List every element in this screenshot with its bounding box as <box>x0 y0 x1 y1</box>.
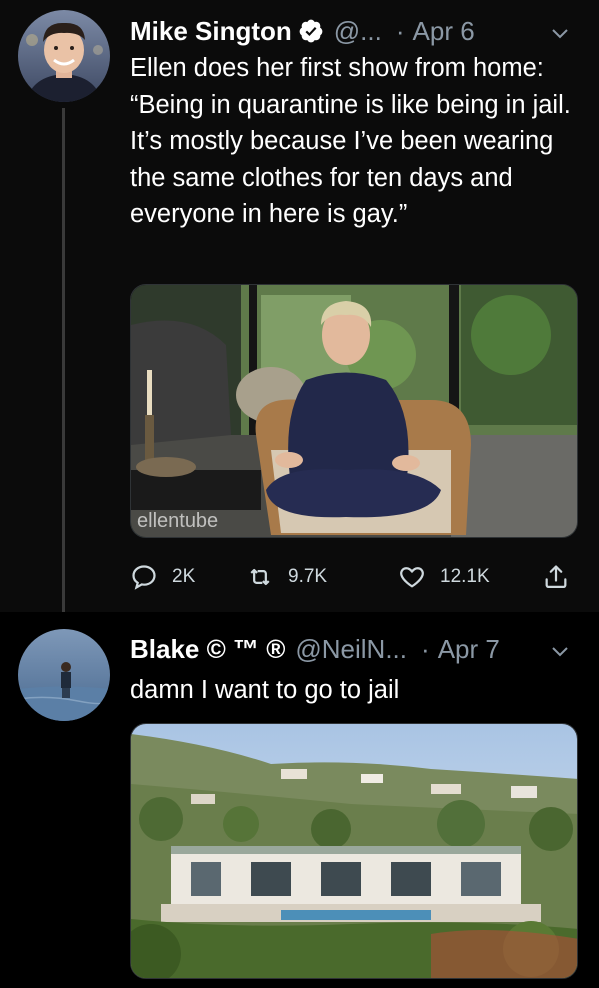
chevron-down-icon[interactable] <box>549 20 571 42</box>
reply-count: 2K <box>172 566 196 587</box>
reply-icon <box>130 563 158 591</box>
like-button[interactable]: 12.1K <box>398 560 490 594</box>
tweet[interactable]: Mike Sington @... · Apr 6 Ellen does her… <box>0 0 599 618</box>
tweet-date[interactable]: Apr 6 <box>413 16 475 47</box>
share-button[interactable] <box>542 560 570 594</box>
share-icon <box>542 563 570 591</box>
user-handle[interactable]: @NeilN... <box>295 634 407 665</box>
avatar[interactable] <box>18 629 110 721</box>
retweet-icon <box>246 563 274 591</box>
video-watermark: ellentube <box>137 510 219 532</box>
tweet-header: Blake © ™ ® @NeilN... · Apr 7 <box>130 632 579 666</box>
display-name[interactable]: Mike Sington <box>130 16 292 47</box>
display-name[interactable]: Blake © ™ ® <box>130 634 285 665</box>
tweet-date[interactable]: Apr 7 <box>438 634 500 665</box>
separator-dot: · <box>421 633 430 664</box>
reply-button[interactable]: 2K <box>130 560 195 594</box>
retweet-button[interactable]: 9.7K <box>246 560 327 594</box>
tweet-video-thumbnail[interactable]: ellentube <box>130 284 578 538</box>
tweet-actions: 2K 9.7K 12.1K <box>130 560 580 594</box>
thread-connector-line <box>62 108 65 618</box>
chevron-down-icon[interactable] <box>549 638 571 660</box>
heart-icon <box>398 563 426 591</box>
tweet-image[interactable] <box>130 723 578 979</box>
verified-badge-icon <box>298 18 324 44</box>
like-count: 12.1K <box>440 566 490 587</box>
tweet-text: Ellen does her first show from home: “Be… <box>130 54 571 228</box>
separator-dot: · <box>395 15 405 46</box>
retweet-count: 9.7K <box>288 566 328 587</box>
tweet-header: Mike Sington @... · Apr 6 <box>130 14 579 48</box>
tweet-text: damn I want to go to jail <box>130 676 400 704</box>
tweet[interactable]: Blake © ™ ® @NeilN... · Apr 7 damn I wan… <box>0 612 599 988</box>
avatar[interactable] <box>18 10 110 102</box>
user-handle[interactable]: @... <box>334 16 382 47</box>
